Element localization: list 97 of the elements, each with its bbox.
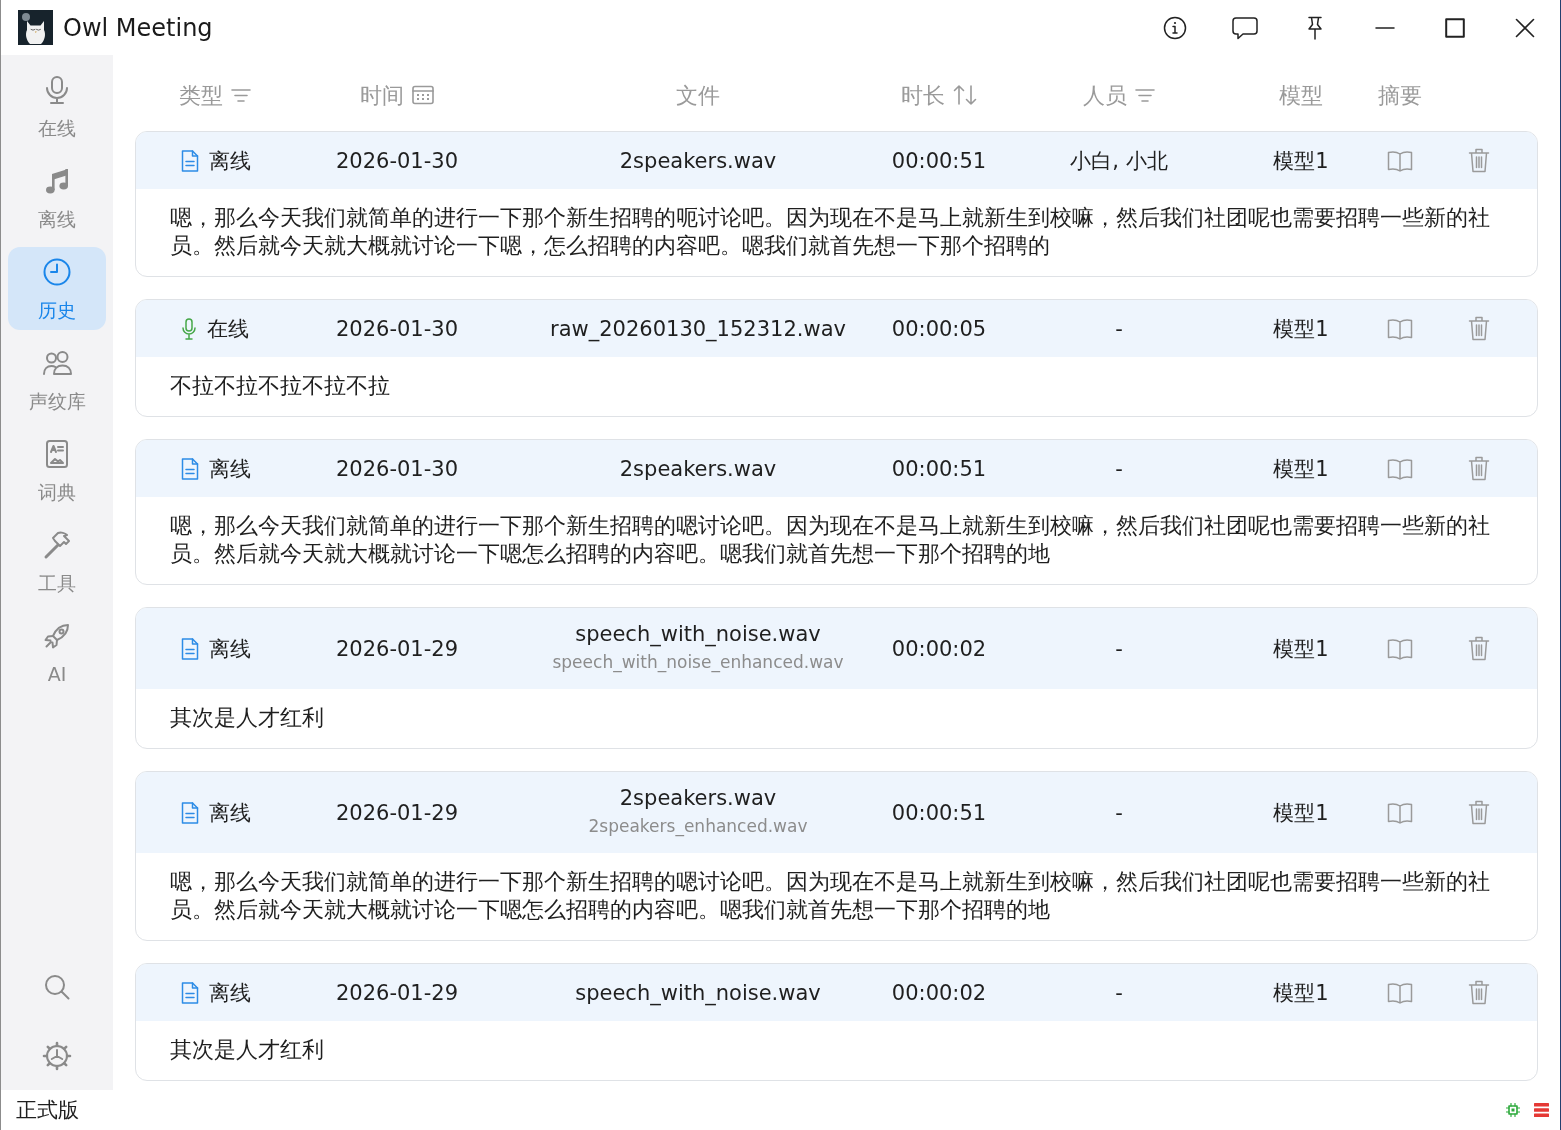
document-icon <box>181 637 199 660</box>
transcript-text: 嗯，那么今天我们就简单的进行一下那个新生招聘的嗯讨论吧。因为现在不是马上就新生到校嘛，然后我们社团呢也需要招聘一些新的社员。然后就今天就大概就讨论一下嗯怎么招聘的内容吧。嗯我们就首先想一下那个招聘的地 <box>169 512 1491 568</box>
record-type: 离线 <box>209 455 251 483</box>
sidebar-item[interactable]: 工具 <box>8 520 106 603</box>
pin-icon[interactable] <box>1306 15 1324 40</box>
record-duration: 00:00:05 <box>891 315 987 343</box>
file-name: 2speakers.wav <box>619 785 777 812</box>
model-name: 模型1 <box>1273 147 1329 175</box>
speaker-names: - <box>1115 455 1123 483</box>
column-header: 时间 <box>360 81 404 110</box>
speaker-names: - <box>1115 635 1123 663</box>
sidebar-item[interactable]: 历史 <box>8 247 106 330</box>
maximize-icon[interactable] <box>1445 17 1465 38</box>
model-name: 模型1 <box>1273 315 1329 343</box>
file-name: speech_with_noise.wav <box>575 621 821 648</box>
book-icon[interactable] <box>1387 149 1413 172</box>
column-header: 类型 <box>179 81 223 110</box>
clock-icon <box>42 257 72 287</box>
document-icon <box>181 149 199 172</box>
record-date: 2026-01-30 <box>335 147 458 175</box>
transcript-text: 其次是人才红利 <box>169 704 325 732</box>
column-header: 摘要 <box>1378 81 1422 110</box>
column-header: 文件 <box>676 81 720 110</box>
sidebar-item[interactable]: AI <box>8 611 106 694</box>
search-icon[interactable] <box>43 973 71 1001</box>
sidebar-item[interactable]: 声纹库 <box>8 338 106 421</box>
model-name: 模型1 <box>1273 635 1329 663</box>
sort-icon[interactable] <box>953 84 977 106</box>
file-name: 2speakers.wav <box>619 147 777 175</box>
chip-icon <box>1506 1103 1520 1117</box>
document-icon <box>181 981 199 1004</box>
model-name: 模型1 <box>1273 799 1329 827</box>
file-name: raw_20260130_152312.wav <box>550 315 846 343</box>
owl-logo <box>18 10 53 45</box>
trash-icon[interactable] <box>1468 800 1490 825</box>
record-type: 离线 <box>209 147 251 175</box>
record-date: 2026-01-29 <box>335 979 458 1007</box>
calendar-icon[interactable] <box>412 85 434 105</box>
microphone-icon <box>181 317 197 340</box>
sidebar-item[interactable]: 离线 <box>8 156 106 239</box>
enhanced-file-name: 2speakers_enhanced.wav <box>588 815 808 839</box>
info-icon[interactable] <box>1163 15 1187 40</box>
close-icon[interactable] <box>1515 17 1535 38</box>
book-icon[interactable] <box>1387 637 1413 660</box>
speaker-names: - <box>1115 979 1123 1007</box>
sidebar-item[interactable]: 词典 <box>8 429 106 512</box>
trash-icon[interactable] <box>1468 148 1490 173</box>
window-title: Owl Meeting <box>63 13 213 42</box>
record-type: 离线 <box>209 635 251 663</box>
edition-label: 正式版 <box>16 1097 79 1124</box>
book-icon[interactable] <box>1387 801 1413 824</box>
record-date: 2026-01-29 <box>335 799 458 827</box>
transcript-text: 不拉不拉不拉不拉不拉 <box>169 372 391 400</box>
record-date: 2026-01-29 <box>335 635 458 663</box>
document-icon <box>181 457 199 480</box>
book-icon[interactable] <box>1387 457 1413 480</box>
record-date: 2026-01-30 <box>335 315 458 343</box>
speaker-names: - <box>1115 799 1123 827</box>
people-icon <box>42 348 72 378</box>
stacked-bars-icon <box>1534 1103 1549 1117</box>
speaker-names: - <box>1115 315 1123 343</box>
file-name: speech_with_noise.wav <box>575 979 821 1007</box>
sidebar-item[interactable]: 在线 <box>8 65 106 148</box>
column-header: 人员 <box>1083 81 1127 110</box>
record-duration: 00:00:51 <box>891 799 987 827</box>
filter-icon[interactable] <box>1135 87 1155 103</box>
trash-icon[interactable] <box>1468 636 1490 661</box>
record-duration: 00:00:02 <box>891 979 987 1007</box>
column-header: 时长 <box>901 81 945 110</box>
record-type: 离线 <box>209 799 251 827</box>
speech-bubble-icon[interactable] <box>1232 15 1258 40</box>
column-header: 模型 <box>1279 81 1323 110</box>
speaker-names: 小白, 小北 <box>1070 147 1168 175</box>
record-duration: 00:00:51 <box>891 455 987 483</box>
record-type: 离线 <box>209 979 251 1007</box>
record-type: 在线 <box>207 315 249 343</box>
settings-icon[interactable] <box>42 1041 72 1071</box>
record-duration: 00:00:51 <box>891 147 987 175</box>
trash-icon[interactable] <box>1468 980 1490 1005</box>
record-duration: 00:00:02 <box>891 635 987 663</box>
transcript-text: 嗯，那么今天我们就简单的进行一下那个新生招聘的嗯讨论吧。因为现在不是马上就新生到校嘛，然后我们社团呢也需要招聘一些新的社员。然后就今天就大概就讨论一下嗯怎么招聘的内容吧。嗯我们就首先想一下那个招聘的地 <box>169 868 1491 924</box>
trash-icon[interactable] <box>1468 456 1490 481</box>
document-icon <box>181 801 199 824</box>
filter-icon[interactable] <box>231 87 251 103</box>
minimize-icon[interactable] <box>1375 25 1395 30</box>
file-name: 2speakers.wav <box>619 455 777 483</box>
trash-icon[interactable] <box>1468 316 1490 341</box>
book-icon[interactable] <box>1387 317 1413 340</box>
transcript-text: 嗯，那么今天我们就简单的进行一下那个新生招聘的呃讨论吧。因为现在不是马上就新生到校嘛，然后我们社团呢也需要招聘一些新的社员。然后就今天就大概就讨论一下嗯，怎么招聘的内容吧。嗯我们就首先想一下那个招聘的 <box>169 204 1491 260</box>
enhanced-file-name: speech_with_noise_enhanced.wav <box>552 651 844 675</box>
rocket-icon <box>42 621 72 651</box>
hammer-icon <box>42 530 72 560</box>
transcript-text: 其次是人才红利 <box>169 1036 325 1064</box>
model-name: 模型1 <box>1273 979 1329 1007</box>
book-icon[interactable] <box>1387 981 1413 1004</box>
model-name: 模型1 <box>1273 455 1329 483</box>
record-date: 2026-01-30 <box>335 455 458 483</box>
